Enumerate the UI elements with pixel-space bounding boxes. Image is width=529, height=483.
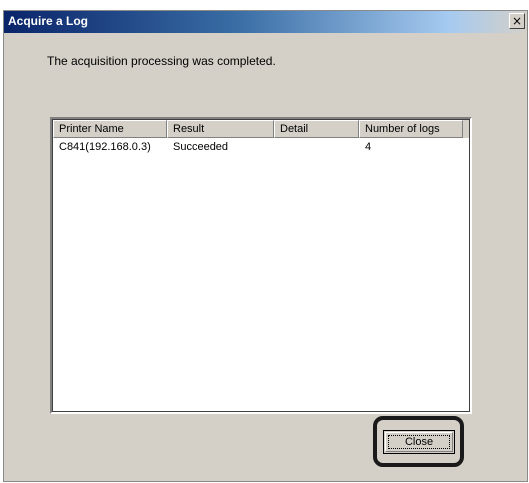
close-button[interactable]: Close: [383, 430, 455, 454]
cell-printer-name: C841(192.168.0.3): [59, 141, 151, 153]
window-title: Acquire a Log: [8, 14, 89, 28]
completion-message: The acquisition processing was completed…: [47, 54, 276, 68]
cell-detail: [274, 138, 359, 155]
close-button-label: Close: [404, 436, 434, 448]
table-row[interactable]: C841(192.168.0.3) Succeeded 4: [53, 138, 469, 155]
column-header-number-of-logs[interactable]: Number of logs: [359, 120, 463, 138]
column-header-detail[interactable]: Detail: [274, 120, 359, 138]
title-bar[interactable]: Acquire a Log ×: [4, 11, 527, 33]
column-header-result[interactable]: Result: [167, 120, 274, 138]
column-header-printer-name[interactable]: Printer Name: [53, 120, 167, 138]
list-header: Printer Name Result Detail Number of log…: [53, 120, 469, 138]
results-list[interactable]: Printer Name Result Detail Number of log…: [50, 117, 472, 414]
close-icon[interactable]: ×: [509, 13, 525, 29]
cell-number-of-logs: 4: [365, 141, 372, 153]
cell-result: Succeeded: [173, 141, 229, 153]
